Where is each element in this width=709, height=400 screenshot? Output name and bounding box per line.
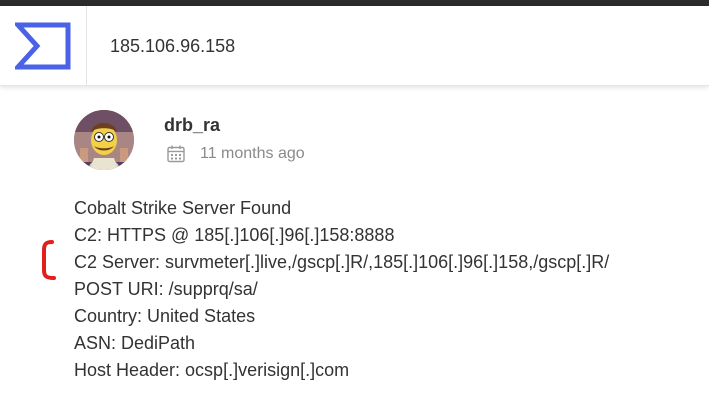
header-bar: [0, 6, 709, 86]
content-line-c2-server: C2 Server: survmeter[.]live,/gscp[.]R/,1…: [74, 252, 610, 272]
calendar-icon: [167, 145, 185, 163]
content-line-post-uri: POST URI: /supprq/sa/: [74, 279, 258, 299]
post-timestamp: 11 months ago: [200, 145, 305, 162]
logo-button[interactable]: [0, 6, 87, 85]
author-name[interactable]: drb_ra: [164, 115, 220, 136]
content-line-asn: ASN: DediPath: [74, 333, 196, 353]
content-line-host-header: Host Header: ocsp[.]verisign[.]com: [74, 360, 350, 380]
content-line-title: Cobalt Strike Server Found: [74, 198, 292, 218]
content-line-country: Country: United States: [74, 306, 256, 326]
content-line-c2: C2: HTTPS @ 185[.]106[.]96[.]158:8888: [74, 225, 395, 245]
sigma-logo-icon: [15, 22, 71, 69]
post-content: Cobalt Strike Server Found C2: HTTPS @ 1…: [74, 195, 609, 384]
post-meta: 11 months ago: [166, 144, 305, 164]
annotation-bracket: [42, 240, 56, 280]
search-input[interactable]: [96, 26, 684, 66]
avatar[interactable]: [74, 110, 134, 170]
